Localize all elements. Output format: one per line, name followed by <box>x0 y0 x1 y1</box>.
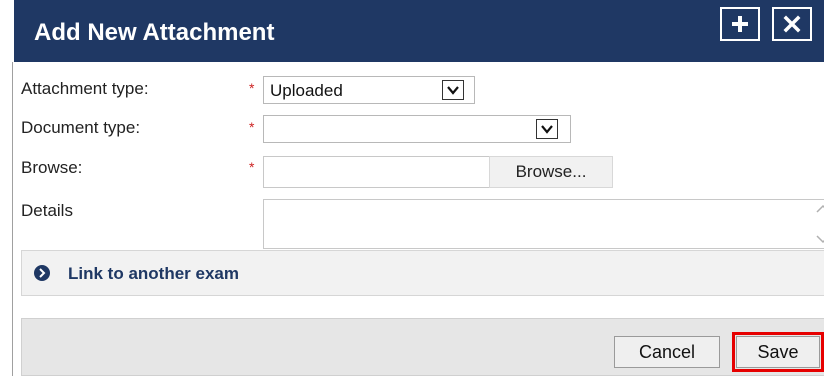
save-button[interactable]: Save <box>732 332 824 372</box>
close-icon <box>783 15 801 33</box>
dialog-body: Attachment type: * Uploaded Document typ… <box>12 62 824 376</box>
link-to-exam-bar[interactable]: Link to another exam <box>21 250 824 296</box>
details-textarea[interactable] <box>263 199 824 249</box>
scroll-down-icon <box>816 235 824 244</box>
close-button[interactable] <box>772 7 812 41</box>
scrollbar[interactable] <box>814 202 824 246</box>
add-button[interactable] <box>720 7 760 41</box>
document-type-label: Document type: <box>21 118 141 137</box>
scroll-up-icon <box>816 204 824 213</box>
attachment-type-label: Attachment type: <box>21 79 149 98</box>
required-marker: * <box>249 80 255 96</box>
required-marker: * <box>249 159 255 175</box>
dialog-header: Add New Attachment <box>14 0 824 62</box>
details-label: Details <box>21 201 73 220</box>
attachment-type-value: Uploaded <box>270 81 343 100</box>
dialog-footer: Cancel Save <box>21 318 824 376</box>
chevron-down-icon[interactable] <box>442 80 464 100</box>
chevron-down-icon[interactable] <box>536 119 558 139</box>
required-marker: * <box>249 119 255 135</box>
browse-button[interactable]: Browse... <box>489 156 613 188</box>
chevron-right-circle-icon <box>34 265 50 281</box>
plus-icon <box>732 16 748 32</box>
add-attachment-dialog: Add New Attachment Attachment type: * Up… <box>0 0 824 376</box>
browse-label: Browse: <box>21 158 83 177</box>
attachment-type-select[interactable]: Uploaded <box>263 76 475 104</box>
document-type-select[interactable] <box>263 115 571 143</box>
cancel-button[interactable]: Cancel <box>614 336 720 368</box>
link-to-exam-label[interactable]: Link to another exam <box>68 264 239 284</box>
dialog-title: Add New Attachment <box>34 19 275 46</box>
